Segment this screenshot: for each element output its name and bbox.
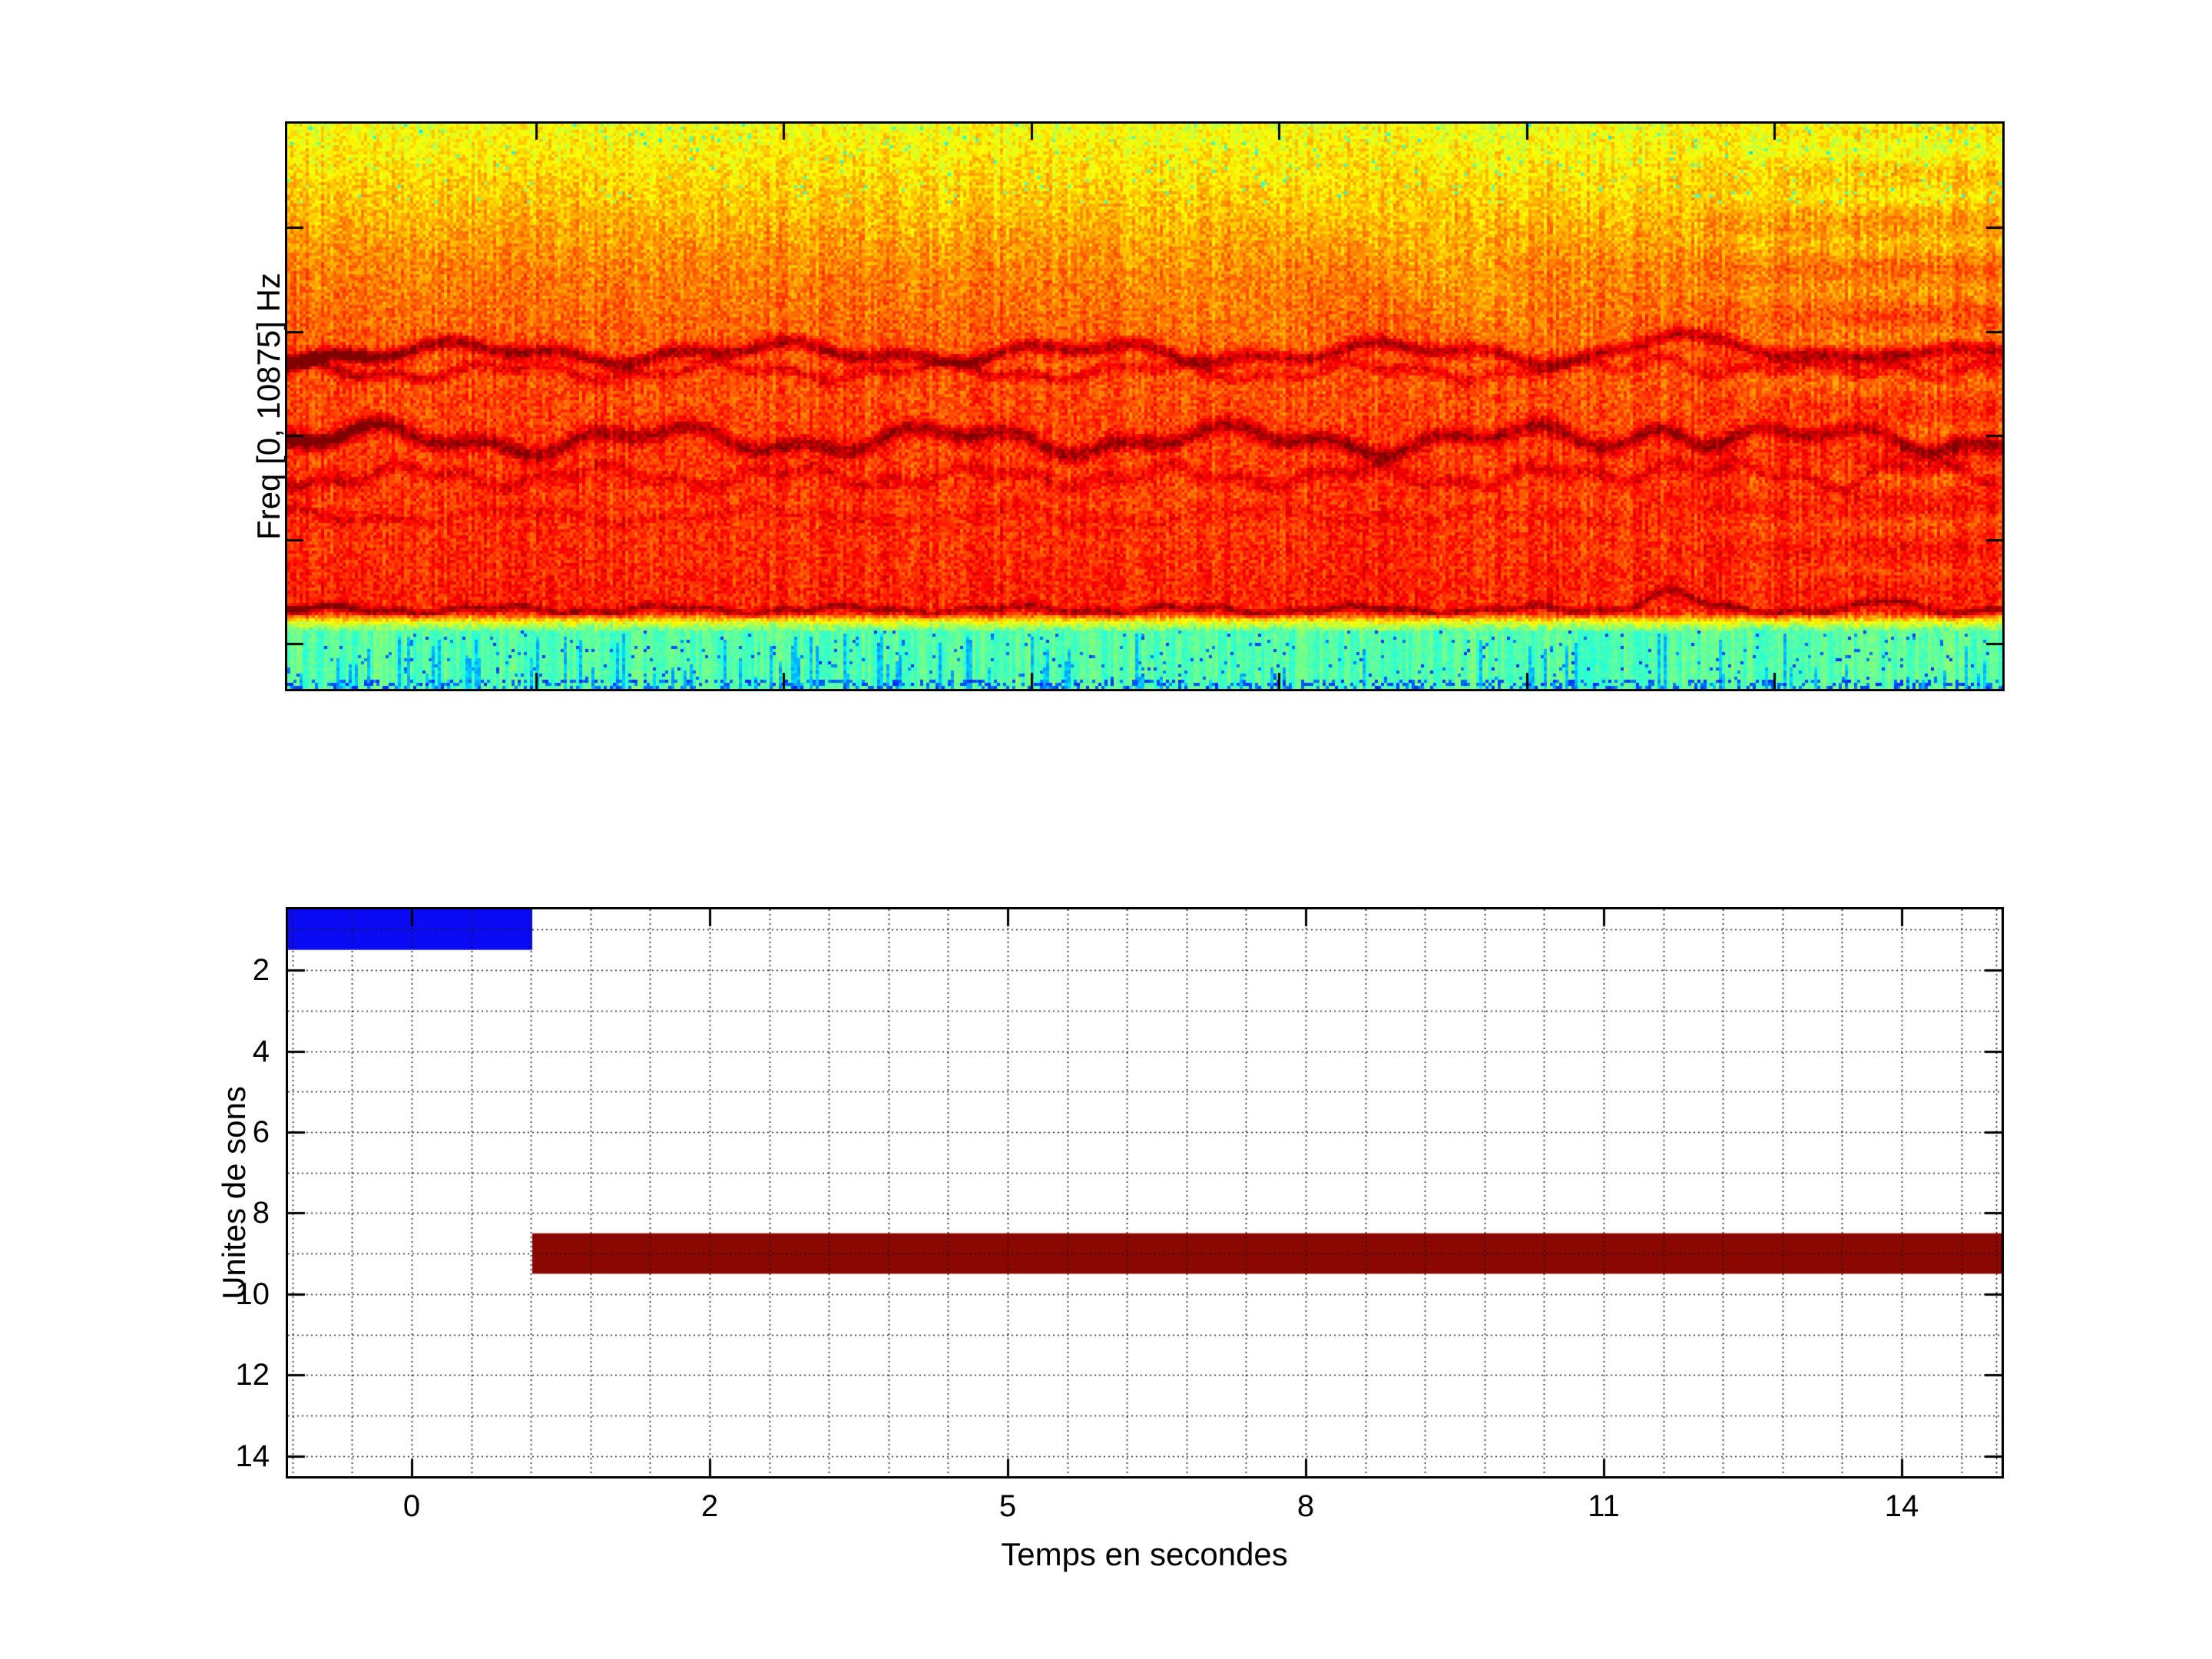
spectrogram-ylabel: Freq [0, 10875] Hz <box>250 273 286 540</box>
timeline-ylabel: Unites de sons <box>216 1086 252 1300</box>
x-tick-label-8: 8 <box>1296 1489 1315 1523</box>
x-tick-label-2: 2 <box>700 1489 719 1523</box>
x-tick-label-14: 14 <box>1884 1489 1919 1523</box>
timeline-axes <box>286 907 2004 1479</box>
timeline-xlabel: Temps en secondes <box>1001 1536 1288 1572</box>
x-tick-label-0: 0 <box>402 1489 421 1523</box>
x-tick-label-11: 11 <box>1588 1489 1620 1523</box>
timeline-plot <box>288 909 2002 1476</box>
spectrogram-image <box>287 124 2002 689</box>
x-tick-label-5: 5 <box>998 1489 1017 1523</box>
spectrogram-axes <box>285 121 2005 691</box>
matlab-figure: { "figure": { "background": "#ffffff", "… <box>0 0 2212 1659</box>
